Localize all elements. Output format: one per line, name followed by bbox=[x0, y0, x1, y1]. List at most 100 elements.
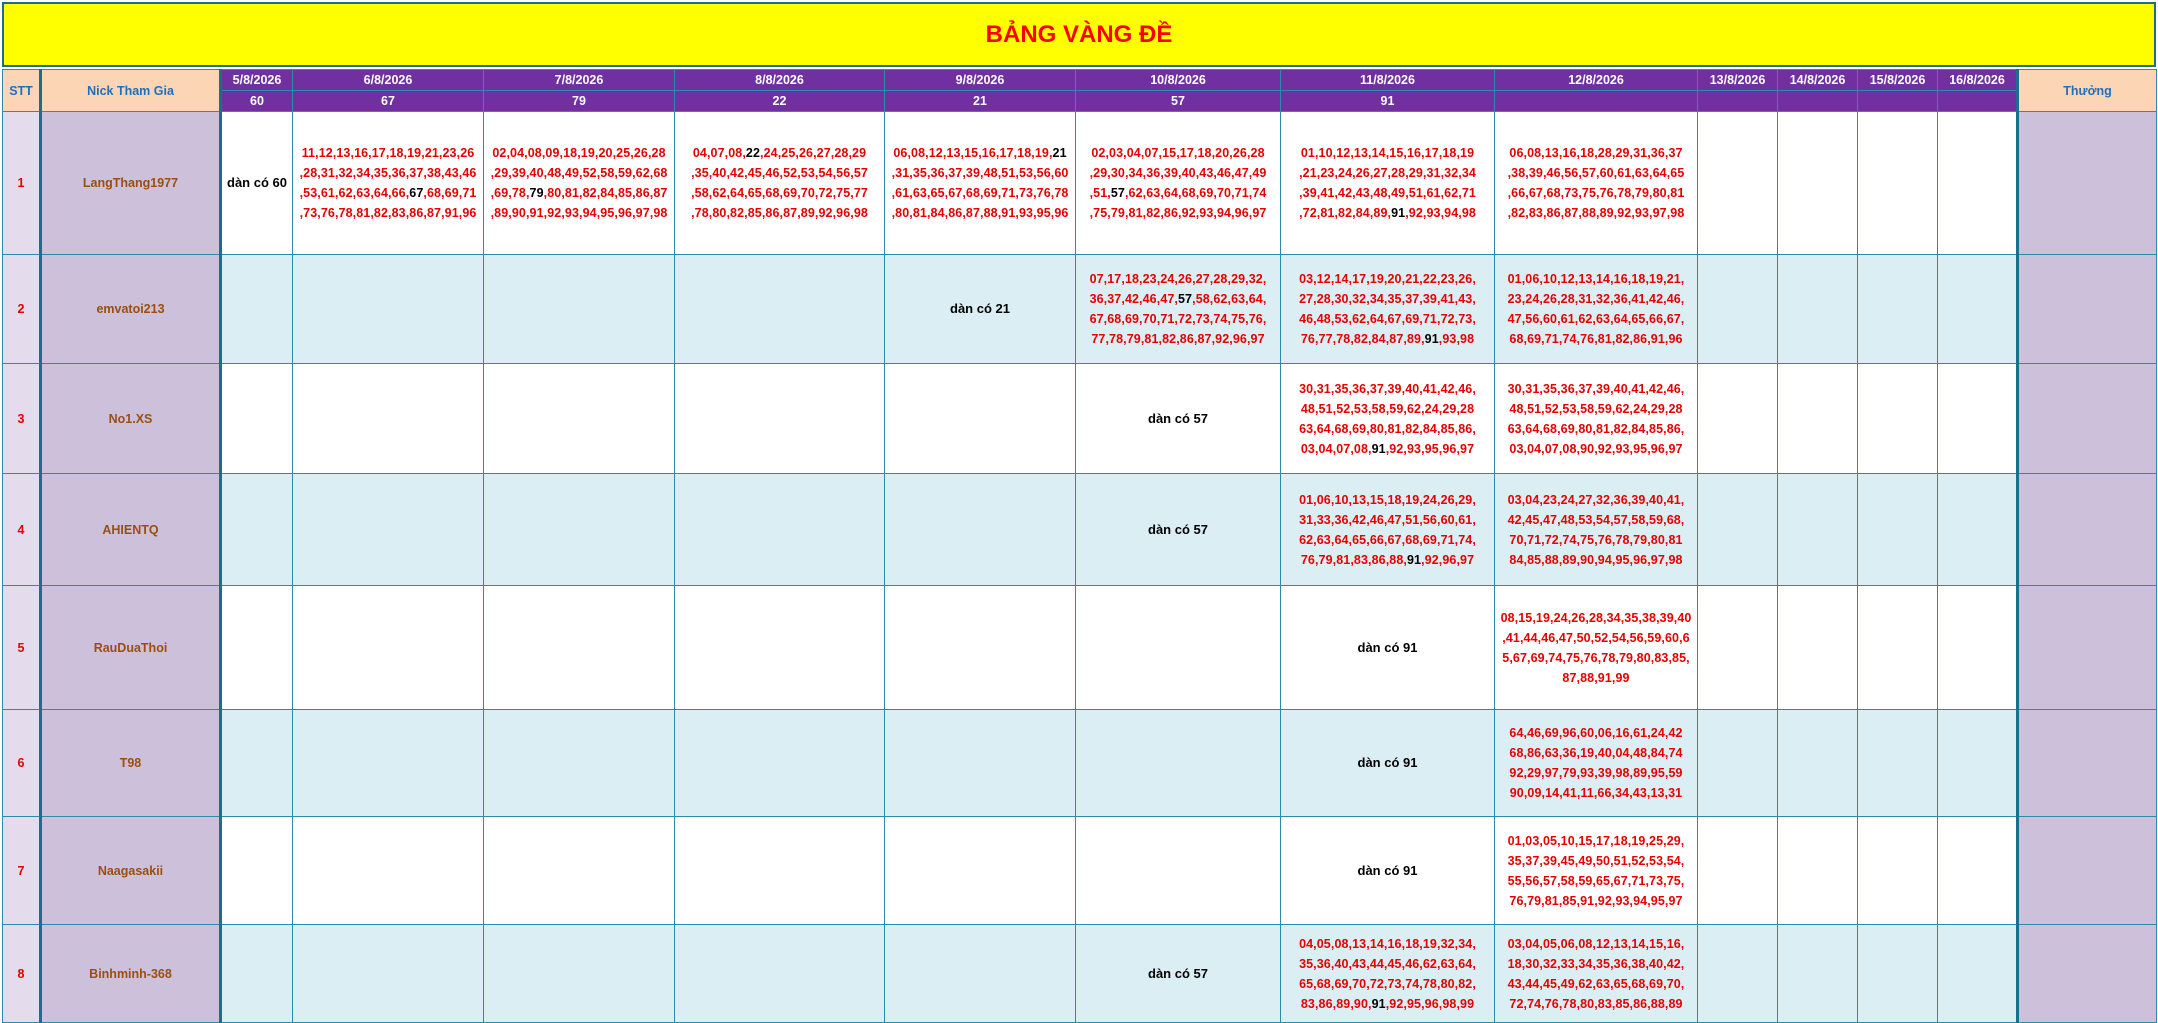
prediction-cell[interactable] bbox=[1697, 585, 1778, 710]
number-set: 03,04,23,24,27,32,36,39,40,41, 42,45,47,4… bbox=[1497, 490, 1695, 570]
prediction-cell[interactable]: 01,06,10,12,13,14,16,18,19,21, 23,24,26,2… bbox=[1494, 254, 1698, 364]
prediction-cell[interactable] bbox=[674, 816, 885, 925]
prediction-cell[interactable] bbox=[1697, 816, 1778, 925]
prediction-cell[interactable]: dàn có 57 bbox=[1075, 473, 1281, 586]
prediction-cell[interactable] bbox=[220, 816, 293, 925]
number-line: 02,03,04,07,15,17,18,20,26,28 bbox=[1091, 146, 1265, 160]
prediction-cell[interactable]: 04,07,08,22,24,25,26,27,28,29 ,35,40,42,4… bbox=[674, 111, 885, 255]
prediction-cell[interactable] bbox=[1937, 254, 2018, 364]
number-line: 30,31,35,36,37,39,40,41,42,46, bbox=[1299, 381, 1476, 396]
prediction-cell[interactable] bbox=[1857, 473, 1938, 586]
prediction-cell[interactable] bbox=[483, 924, 675, 1023]
prediction-cell[interactable] bbox=[1777, 816, 1858, 925]
prediction-cell[interactable] bbox=[1777, 924, 1858, 1023]
prediction-cell[interactable] bbox=[1697, 924, 1778, 1023]
prediction-cell[interactable] bbox=[220, 709, 293, 817]
prediction-cell[interactable] bbox=[884, 924, 1076, 1023]
prediction-cell[interactable]: 04,05,08,13,14,16,18,19,32,34, 35,36,40,4… bbox=[1280, 924, 1495, 1023]
prediction-cell[interactable] bbox=[483, 585, 675, 710]
prediction-cell[interactable] bbox=[292, 585, 484, 710]
prediction-cell[interactable] bbox=[674, 924, 885, 1023]
prediction-cell[interactable] bbox=[483, 254, 675, 364]
prediction-cell[interactable] bbox=[1075, 709, 1281, 817]
prediction-cell[interactable]: 30,31,35,36,37,39,40,41,42,46, 48,51,52,5… bbox=[1494, 363, 1698, 474]
prediction-cell[interactable] bbox=[1777, 254, 1858, 364]
prediction-cell[interactable] bbox=[1857, 924, 1938, 1023]
prediction-cell[interactable]: 03,04,05,06,08,12,13,14,15,16, 18,30,32,3… bbox=[1494, 924, 1698, 1023]
prediction-cell[interactable]: 06,08,13,16,18,28,29,31,36,37 ,38,39,46,5… bbox=[1494, 111, 1698, 255]
prediction-cell[interactable]: 07,17,18,23,24,26,27,28,29,32, 36,37,42,4… bbox=[1075, 254, 1281, 364]
prediction-cell[interactable] bbox=[483, 816, 675, 925]
prediction-cell[interactable] bbox=[1937, 473, 2018, 586]
row-reward bbox=[2016, 709, 2157, 817]
prediction-cell[interactable]: 30,31,35,36,37,39,40,41,42,46, 48,51,52,5… bbox=[1280, 363, 1495, 474]
prediction-cell[interactable] bbox=[674, 363, 885, 474]
prediction-cell[interactable] bbox=[1857, 111, 1938, 255]
prediction-cell[interactable] bbox=[292, 924, 484, 1023]
prediction-cell[interactable] bbox=[1697, 111, 1778, 255]
prediction-cell[interactable] bbox=[1857, 254, 1938, 364]
prediction-cell[interactable] bbox=[674, 473, 885, 586]
prediction-cell[interactable] bbox=[674, 254, 885, 364]
prediction-cell[interactable]: 01,10,12,13,14,15,16,17,18,19 ,21,23,24,2… bbox=[1280, 111, 1495, 255]
prediction-cell[interactable] bbox=[884, 363, 1076, 474]
prediction-cell[interactable] bbox=[220, 254, 293, 364]
prediction-cell[interactable] bbox=[884, 473, 1076, 586]
prediction-cell[interactable] bbox=[483, 709, 675, 817]
prediction-cell[interactable] bbox=[1937, 816, 2018, 925]
prediction-cell[interactable] bbox=[1857, 585, 1938, 710]
prediction-cell[interactable] bbox=[292, 709, 484, 817]
prediction-cell[interactable] bbox=[483, 473, 675, 586]
prediction-cell[interactable]: dàn có 91 bbox=[1280, 709, 1495, 817]
prediction-cell[interactable]: dàn có 57 bbox=[1075, 363, 1281, 474]
prediction-cell[interactable]: 01,06,10,13,15,18,19,24,26,29, 31,33,36,4… bbox=[1280, 473, 1495, 586]
prediction-cell[interactable] bbox=[220, 363, 293, 474]
prediction-cell[interactable] bbox=[1777, 363, 1858, 474]
prediction-cell[interactable] bbox=[1075, 585, 1281, 710]
prediction-cell[interactable] bbox=[1937, 363, 2018, 474]
prediction-cell[interactable] bbox=[1697, 363, 1778, 474]
prediction-cell[interactable]: 02,03,04,07,15,17,18,20,26,28 ,29,30,34,3… bbox=[1075, 111, 1281, 255]
prediction-cell[interactable] bbox=[292, 473, 484, 586]
prediction-cell[interactable] bbox=[1857, 363, 1938, 474]
prediction-cell[interactable] bbox=[1937, 709, 2018, 817]
prediction-cell[interactable] bbox=[1697, 709, 1778, 817]
prediction-cell[interactable] bbox=[1777, 585, 1858, 710]
prediction-cell[interactable] bbox=[1697, 254, 1778, 364]
prediction-cell[interactable] bbox=[1857, 816, 1938, 925]
prediction-cell[interactable] bbox=[1937, 924, 2018, 1023]
prediction-cell[interactable] bbox=[1937, 585, 2018, 710]
prediction-cell[interactable] bbox=[292, 816, 484, 925]
prediction-cell[interactable]: dàn có 91 bbox=[1280, 816, 1495, 925]
prediction-cell[interactable] bbox=[292, 363, 484, 474]
prediction-cell[interactable] bbox=[220, 473, 293, 586]
prediction-cell[interactable] bbox=[292, 254, 484, 364]
prediction-cell[interactable]: 08,15,19,24,26,28,34,35,38,39,40 ,41,44,4… bbox=[1494, 585, 1698, 710]
prediction-cell[interactable] bbox=[1777, 709, 1858, 817]
prediction-cell[interactable] bbox=[1857, 709, 1938, 817]
prediction-cell[interactable] bbox=[483, 363, 675, 474]
prediction-cell[interactable]: 02,04,08,09,18,19,20,25,26,28 ,29,39,40,4… bbox=[483, 111, 675, 255]
prediction-cell[interactable]: 64,46,69,96,60,06,16,61,24,42 68,86,63,36… bbox=[1494, 709, 1698, 817]
prediction-cell[interactable]: dàn có 91 bbox=[1280, 585, 1495, 710]
prediction-cell[interactable] bbox=[1697, 473, 1778, 586]
prediction-cell[interactable]: dàn có 60 bbox=[220, 111, 293, 255]
prediction-cell[interactable]: 03,12,14,17,19,20,21,22,23,26, 27,28,30,3… bbox=[1280, 254, 1495, 364]
prediction-cell[interactable]: 11,12,13,16,17,18,19,21,23,26 ,28,31,32,3… bbox=[292, 111, 484, 255]
prediction-cell[interactable] bbox=[884, 709, 1076, 817]
prediction-cell[interactable] bbox=[884, 585, 1076, 710]
prediction-cell[interactable]: 03,04,23,24,27,32,36,39,40,41, 42,45,47,4… bbox=[1494, 473, 1698, 586]
prediction-cell[interactable] bbox=[1777, 111, 1858, 255]
prediction-cell[interactable] bbox=[1937, 111, 2018, 255]
prediction-cell[interactable]: dàn có 57 bbox=[1075, 924, 1281, 1023]
prediction-cell[interactable] bbox=[220, 924, 293, 1023]
prediction-cell[interactable]: 06,08,12,13,15,16,17,18,19,21 ,31,35,36,3… bbox=[884, 111, 1076, 255]
prediction-cell[interactable] bbox=[674, 585, 885, 710]
prediction-cell[interactable]: 01,03,05,10,15,17,18,19,25,29, 35,37,39,4… bbox=[1494, 816, 1698, 925]
prediction-cell[interactable] bbox=[884, 816, 1076, 925]
prediction-cell[interactable] bbox=[674, 709, 885, 817]
prediction-cell[interactable] bbox=[220, 585, 293, 710]
prediction-cell[interactable] bbox=[1075, 816, 1281, 925]
prediction-cell[interactable] bbox=[1777, 473, 1858, 586]
prediction-cell[interactable]: dàn có 21 bbox=[884, 254, 1076, 364]
